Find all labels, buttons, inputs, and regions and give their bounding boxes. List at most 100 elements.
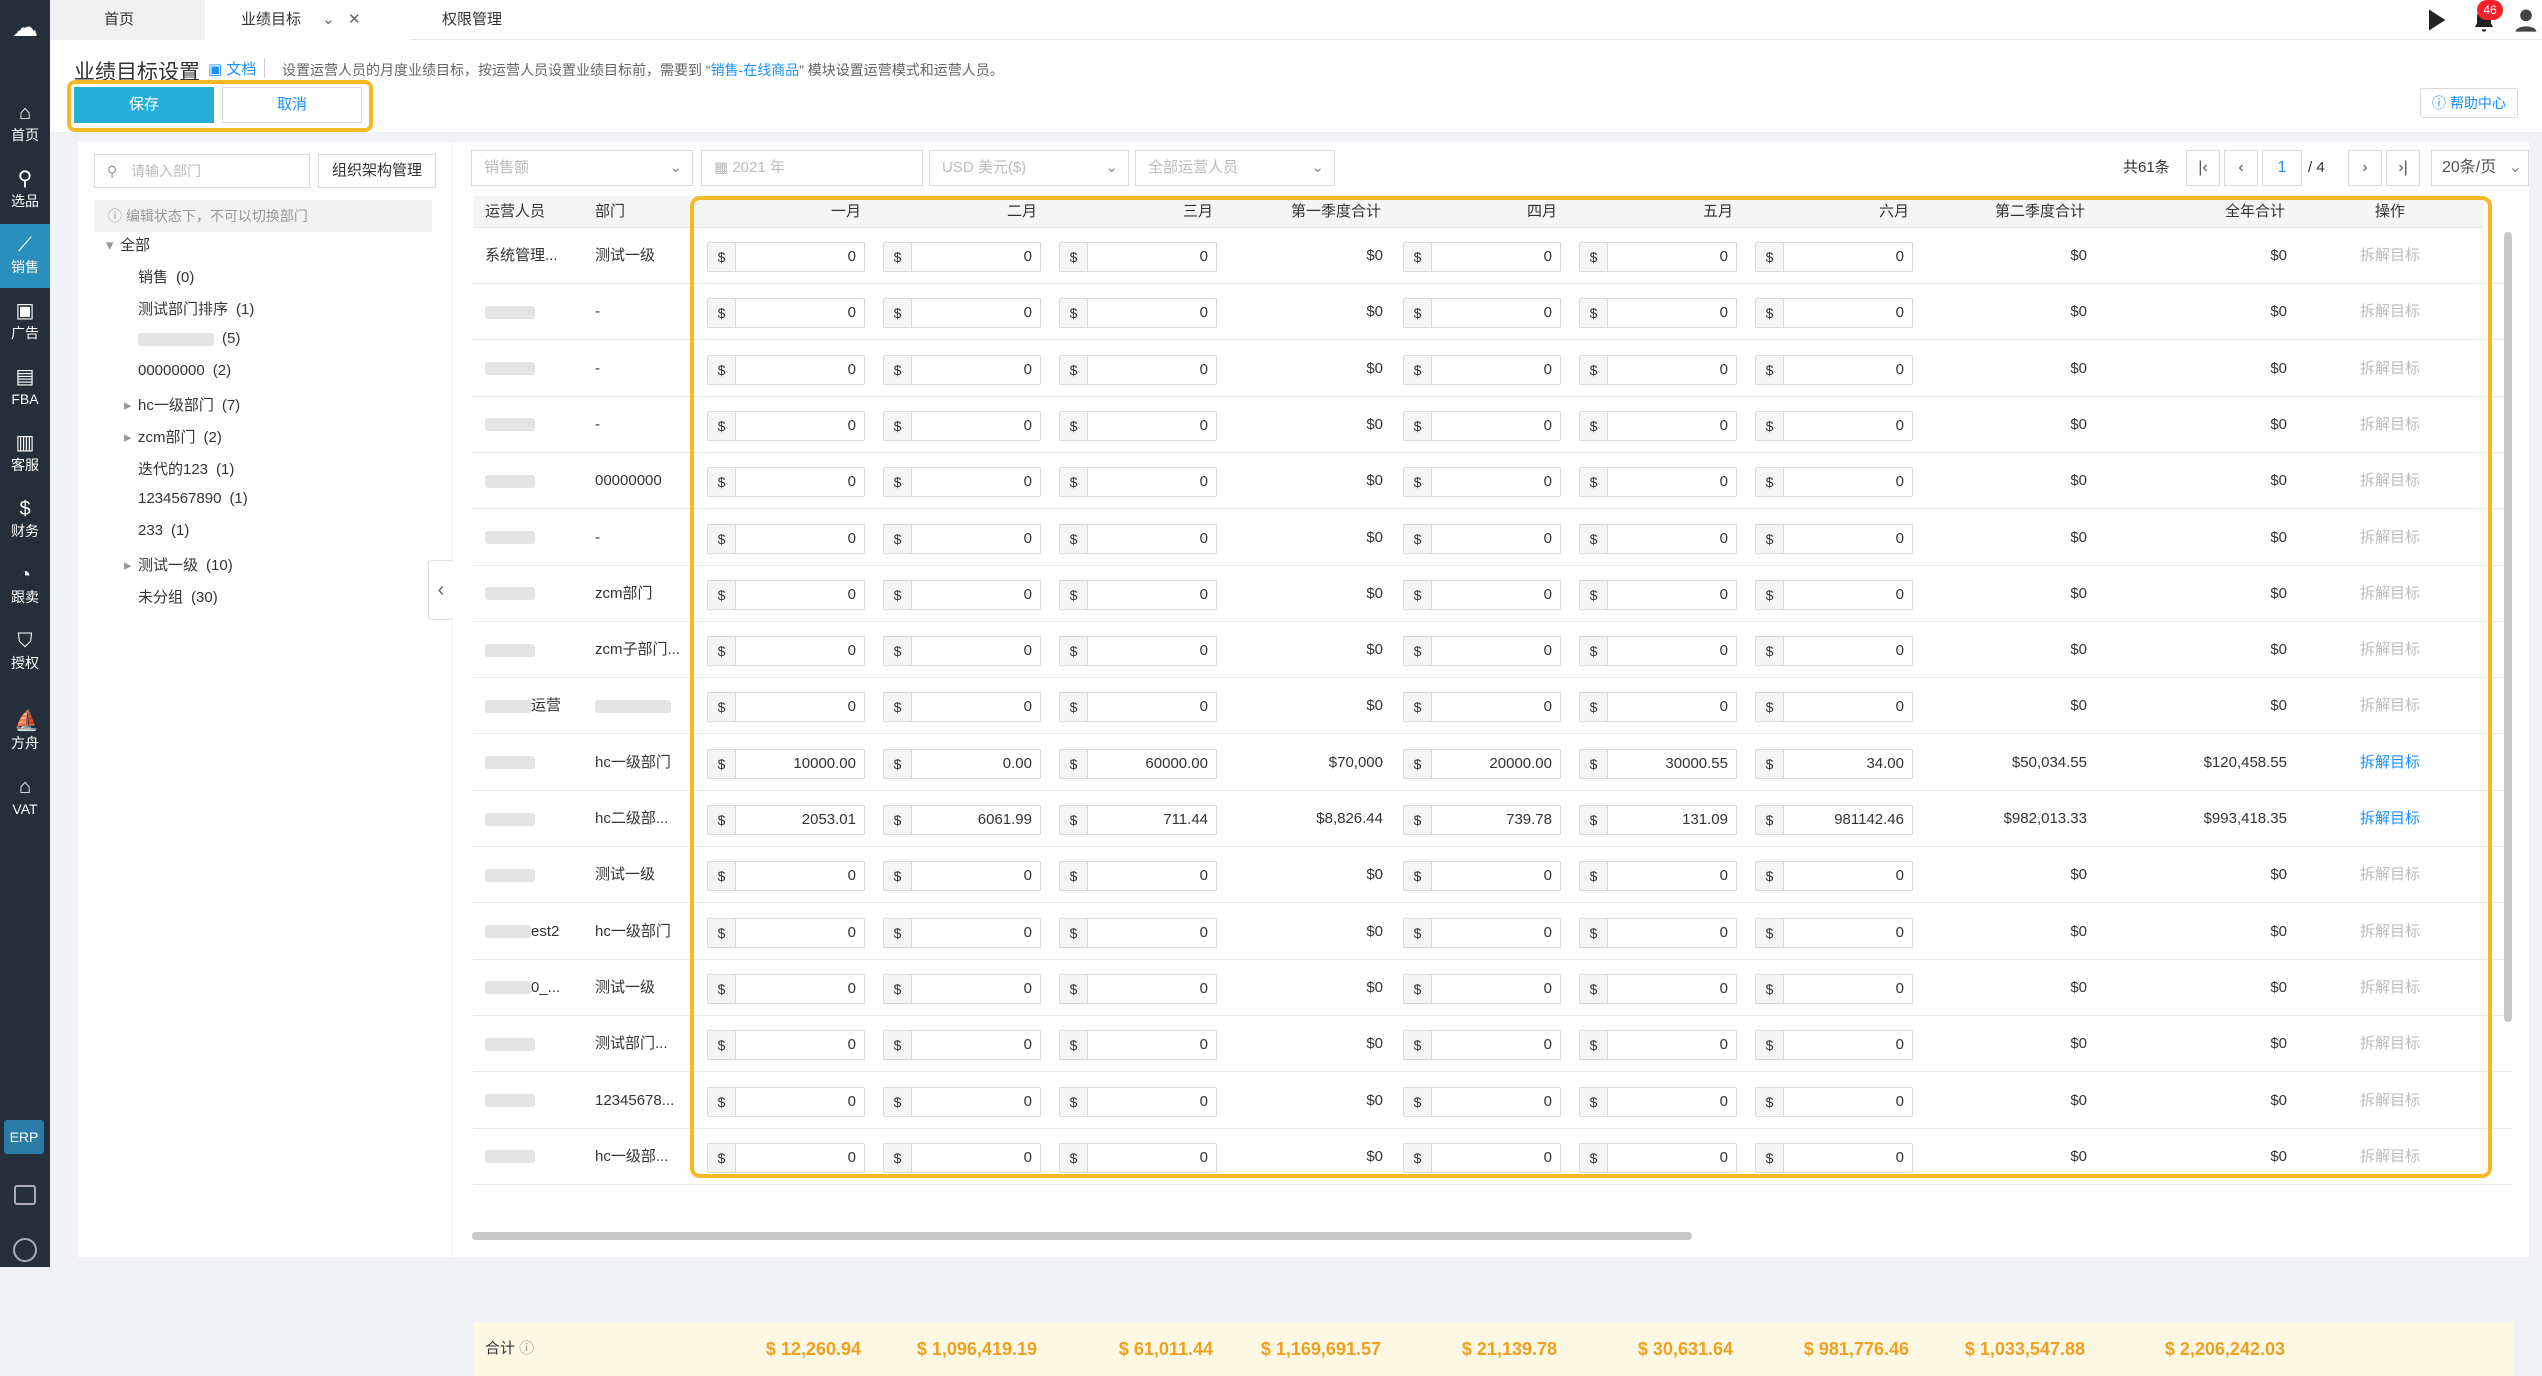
- target-input[interactable]: $20000.00: [1403, 748, 1561, 779]
- target-input[interactable]: $2053.01: [707, 805, 865, 835]
- target-input[interactable]: $0: [1059, 973, 1217, 1004]
- target-input[interactable]: $0: [1059, 467, 1217, 498]
- staff-select[interactable]: 全部运营人员 ⌄: [1135, 150, 1335, 186]
- expand-arrow-icon[interactable]: ▸: [124, 556, 138, 574]
- target-input[interactable]: $0: [1755, 354, 1913, 385]
- target-input[interactable]: $0: [1403, 467, 1561, 498]
- split-target-link[interactable]: 拆解目标: [2360, 585, 2420, 602]
- target-input[interactable]: $0: [1403, 1086, 1561, 1117]
- split-target-link[interactable]: 拆解目标: [2360, 1035, 2420, 1052]
- tree-node[interactable]: (5): [138, 330, 240, 347]
- target-input[interactable]: $0: [1755, 917, 1913, 948]
- target-input[interactable]: $0: [1579, 523, 1737, 554]
- target-input[interactable]: $0: [883, 636, 1041, 667]
- target-input[interactable]: $0: [883, 523, 1041, 554]
- target-input[interactable]: $0: [707, 1086, 865, 1117]
- split-target-link[interactable]: 拆解目标: [2360, 247, 2420, 264]
- target-input[interactable]: $0: [1403, 410, 1561, 441]
- sidebar-item-8[interactable]: ⛉ 授权: [0, 620, 50, 684]
- tree-node[interactable]: ▸ 测试一级 (10): [124, 554, 233, 575]
- target-input[interactable]: $0: [1059, 917, 1217, 948]
- sidebar-item-7[interactable]: ◔ 跟卖: [0, 554, 50, 618]
- target-input[interactable]: $0: [1059, 298, 1217, 329]
- split-target-link[interactable]: 拆解目标: [2360, 303, 2420, 320]
- expand-arrow-icon[interactable]: ▸: [124, 396, 138, 414]
- department-search-input[interactable]: ⚲ 请输入部门: [94, 154, 310, 188]
- target-input[interactable]: $0: [1755, 861, 1913, 892]
- target-input[interactable]: $0: [1059, 354, 1217, 385]
- tab-permission[interactable]: 权限管理: [410, 0, 565, 40]
- split-target-link[interactable]: 拆解目标: [2360, 472, 2420, 489]
- split-target-link[interactable]: 拆解目标: [2360, 529, 2420, 546]
- tab-performance-target[interactable]: 业绩目标 ⌄ ✕: [205, 0, 410, 40]
- target-input[interactable]: $0: [1403, 917, 1561, 948]
- target-input[interactable]: $0: [1403, 692, 1561, 723]
- split-target-link[interactable]: 拆解目标: [2360, 754, 2420, 771]
- target-input[interactable]: $0: [707, 467, 865, 498]
- page-input[interactable]: 1: [2262, 150, 2302, 186]
- target-input[interactable]: $0: [1059, 636, 1217, 667]
- target-input[interactable]: $0: [707, 917, 865, 948]
- target-input[interactable]: $0: [883, 354, 1041, 385]
- tree-node[interactable]: 00000000 (2): [138, 362, 231, 379]
- sidebar-item-3[interactable]: ▣ 广告: [0, 290, 50, 354]
- target-input[interactable]: $0: [707, 579, 865, 610]
- target-input[interactable]: $0: [1755, 1030, 1913, 1061]
- target-input[interactable]: $739.78: [1403, 805, 1561, 835]
- target-input[interactable]: $0: [707, 636, 865, 667]
- target-input[interactable]: $0: [1579, 354, 1737, 385]
- target-input[interactable]: $0: [883, 692, 1041, 723]
- target-input[interactable]: $0: [1579, 242, 1737, 272]
- target-input[interactable]: $0: [1755, 298, 1913, 329]
- target-input[interactable]: $0: [1403, 973, 1561, 1004]
- split-target-link[interactable]: 拆解目标: [2360, 866, 2420, 883]
- doc-link[interactable]: ▣ 文档: [208, 58, 256, 79]
- target-input[interactable]: $0: [1755, 973, 1913, 1004]
- target-input[interactable]: $60000.00: [1059, 748, 1217, 779]
- collapse-panel-button[interactable]: ‹: [428, 560, 454, 620]
- tab-home[interactable]: 首页: [50, 0, 205, 40]
- split-target-link[interactable]: 拆解目标: [2360, 1148, 2420, 1165]
- target-input[interactable]: $0: [1403, 861, 1561, 892]
- expand-arrow-icon[interactable]: ▾: [106, 236, 120, 254]
- target-input[interactable]: $0: [707, 692, 865, 723]
- split-target-link[interactable]: 拆解目标: [2360, 416, 2420, 433]
- target-input[interactable]: $0: [883, 242, 1041, 272]
- archive-icon[interactable]: [14, 1185, 36, 1205]
- target-input[interactable]: $0: [1579, 579, 1737, 610]
- target-input[interactable]: $0: [1755, 242, 1913, 272]
- target-input[interactable]: $0: [1579, 467, 1737, 498]
- target-input[interactable]: $0: [883, 973, 1041, 1004]
- target-input[interactable]: $0: [883, 1086, 1041, 1117]
- target-input[interactable]: $0: [1755, 523, 1913, 554]
- target-input[interactable]: $0: [707, 1030, 865, 1061]
- target-input[interactable]: $0: [883, 410, 1041, 441]
- target-input[interactable]: $0: [707, 242, 865, 272]
- expand-arrow-icon[interactable]: ▸: [124, 428, 138, 446]
- target-input[interactable]: $0: [1403, 354, 1561, 385]
- tree-node[interactable]: ▸ hc一级部门 (7): [124, 394, 240, 415]
- split-target-link[interactable]: 拆解目标: [2360, 1092, 2420, 1109]
- target-input[interactable]: $0: [1403, 636, 1561, 667]
- user-circle-icon[interactable]: [13, 1238, 37, 1262]
- vertical-scrollbar[interactable]: [2504, 232, 2512, 1022]
- target-input[interactable]: $0: [1059, 410, 1217, 441]
- target-input[interactable]: $0: [1755, 467, 1913, 498]
- target-input[interactable]: $0: [1579, 298, 1737, 329]
- target-input[interactable]: $0: [1755, 410, 1913, 441]
- target-input[interactable]: $0: [707, 523, 865, 554]
- target-input[interactable]: $0: [1755, 692, 1913, 723]
- erp-button[interactable]: ERP: [4, 1120, 44, 1154]
- target-input[interactable]: $0: [883, 1030, 1041, 1061]
- metric-select[interactable]: 销售额 ⌄: [471, 150, 693, 186]
- target-input[interactable]: $34.00: [1755, 748, 1913, 779]
- split-target-link[interactable]: 拆解目标: [2360, 979, 2420, 996]
- target-input[interactable]: $0: [707, 973, 865, 1004]
- target-input[interactable]: $711.44: [1059, 805, 1217, 835]
- tree-node[interactable]: 未分组 (30): [138, 586, 218, 607]
- target-input[interactable]: $0: [1579, 636, 1737, 667]
- sidebar-item-2[interactable]: ⟋ 销售: [0, 224, 50, 288]
- target-input[interactable]: $981142.46: [1755, 805, 1913, 835]
- last-page-button[interactable]: ›|: [2386, 150, 2420, 186]
- target-input[interactable]: $0: [1579, 917, 1737, 948]
